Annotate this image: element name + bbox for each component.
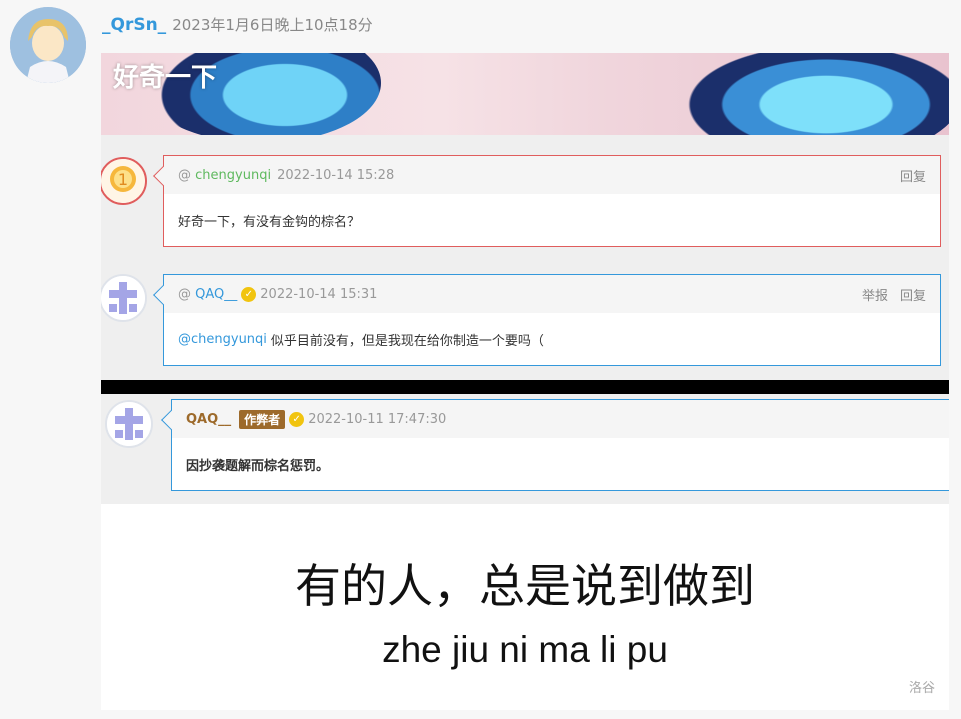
post-image: 好奇一下 1 @ chengyunqi 2022-10-14 15:28 回复 … — [101, 53, 949, 710]
watermark: 洛谷 — [908, 681, 935, 696]
comment-card: @ QAQ__ ✓ 2022-10-14 15:31 举报 回复 @chengy… — [153, 274, 941, 366]
reply-button[interactable]: 回复 — [900, 166, 926, 185]
post-username[interactable]: _QrSn_ — [102, 15, 166, 35]
notice-author[interactable]: QAQ__ — [186, 412, 231, 427]
anime-eye-right-image — [661, 53, 949, 135]
post-author-avatar[interactable] — [10, 7, 86, 83]
at-sign: @ — [178, 167, 196, 183]
comment-card: @ chengyunqi 2022-10-14 15:28 回复 好奇一下，有没… — [153, 155, 941, 247]
comment-screenshot: 1 @ chengyunqi 2022-10-14 15:28 回复 好奇一下，… — [101, 135, 949, 380]
post-timestamp: 2023年1月6日晚上10点18分 — [172, 16, 373, 34]
comment-avatar — [101, 274, 147, 322]
banner-title: 好奇一下 — [113, 63, 218, 93]
notice-avatar — [105, 400, 153, 448]
notice-text: 因抄袭题解而棕名惩罚。 — [186, 458, 330, 474]
comment-text: 好奇一下，有没有金钩的棕名？ — [178, 214, 361, 230]
notice-screenshot: QAQ__ 作弊者 ✓ 2022-10-11 17:47:30 因抄袭题解而棕名… — [101, 394, 949, 504]
banner: 好奇一下 — [101, 53, 949, 135]
notice-time: 2022-10-11 17:47:30 — [308, 411, 447, 427]
cheater-tag: 作弊者 — [239, 409, 286, 429]
comment-author[interactable]: QAQ__ — [195, 287, 237, 302]
report-button[interactable]: 举报 — [862, 285, 888, 304]
comment-mention[interactable]: @chengyunqi — [178, 332, 267, 347]
comment-time: 2022-10-14 15:31 — [260, 286, 378, 302]
comment-avatar: 1 — [101, 157, 147, 205]
verified-badge-icon: ✓ — [289, 411, 305, 427]
caption-sub: zhe jiu ni ma li pu — [382, 629, 668, 670]
caption-main: 有的人，总是说到做到 — [295, 559, 755, 613]
comment-author[interactable]: chengyunqi — [195, 168, 271, 183]
svg-text:1: 1 — [118, 170, 128, 189]
reply-button[interactable]: 回复 — [900, 285, 926, 304]
at-sign: @ — [178, 286, 196, 302]
black-divider — [101, 380, 949, 394]
comment-text: 似乎目前没有，但是我现在给你制造一个要吗（ — [270, 333, 544, 349]
notice-card: QAQ__ 作弊者 ✓ 2022-10-11 17:47:30 因抄袭题解而棕名… — [161, 399, 949, 491]
comment-time: 2022-10-14 15:28 — [277, 167, 395, 183]
verified-badge-icon: ✓ — [241, 286, 257, 302]
